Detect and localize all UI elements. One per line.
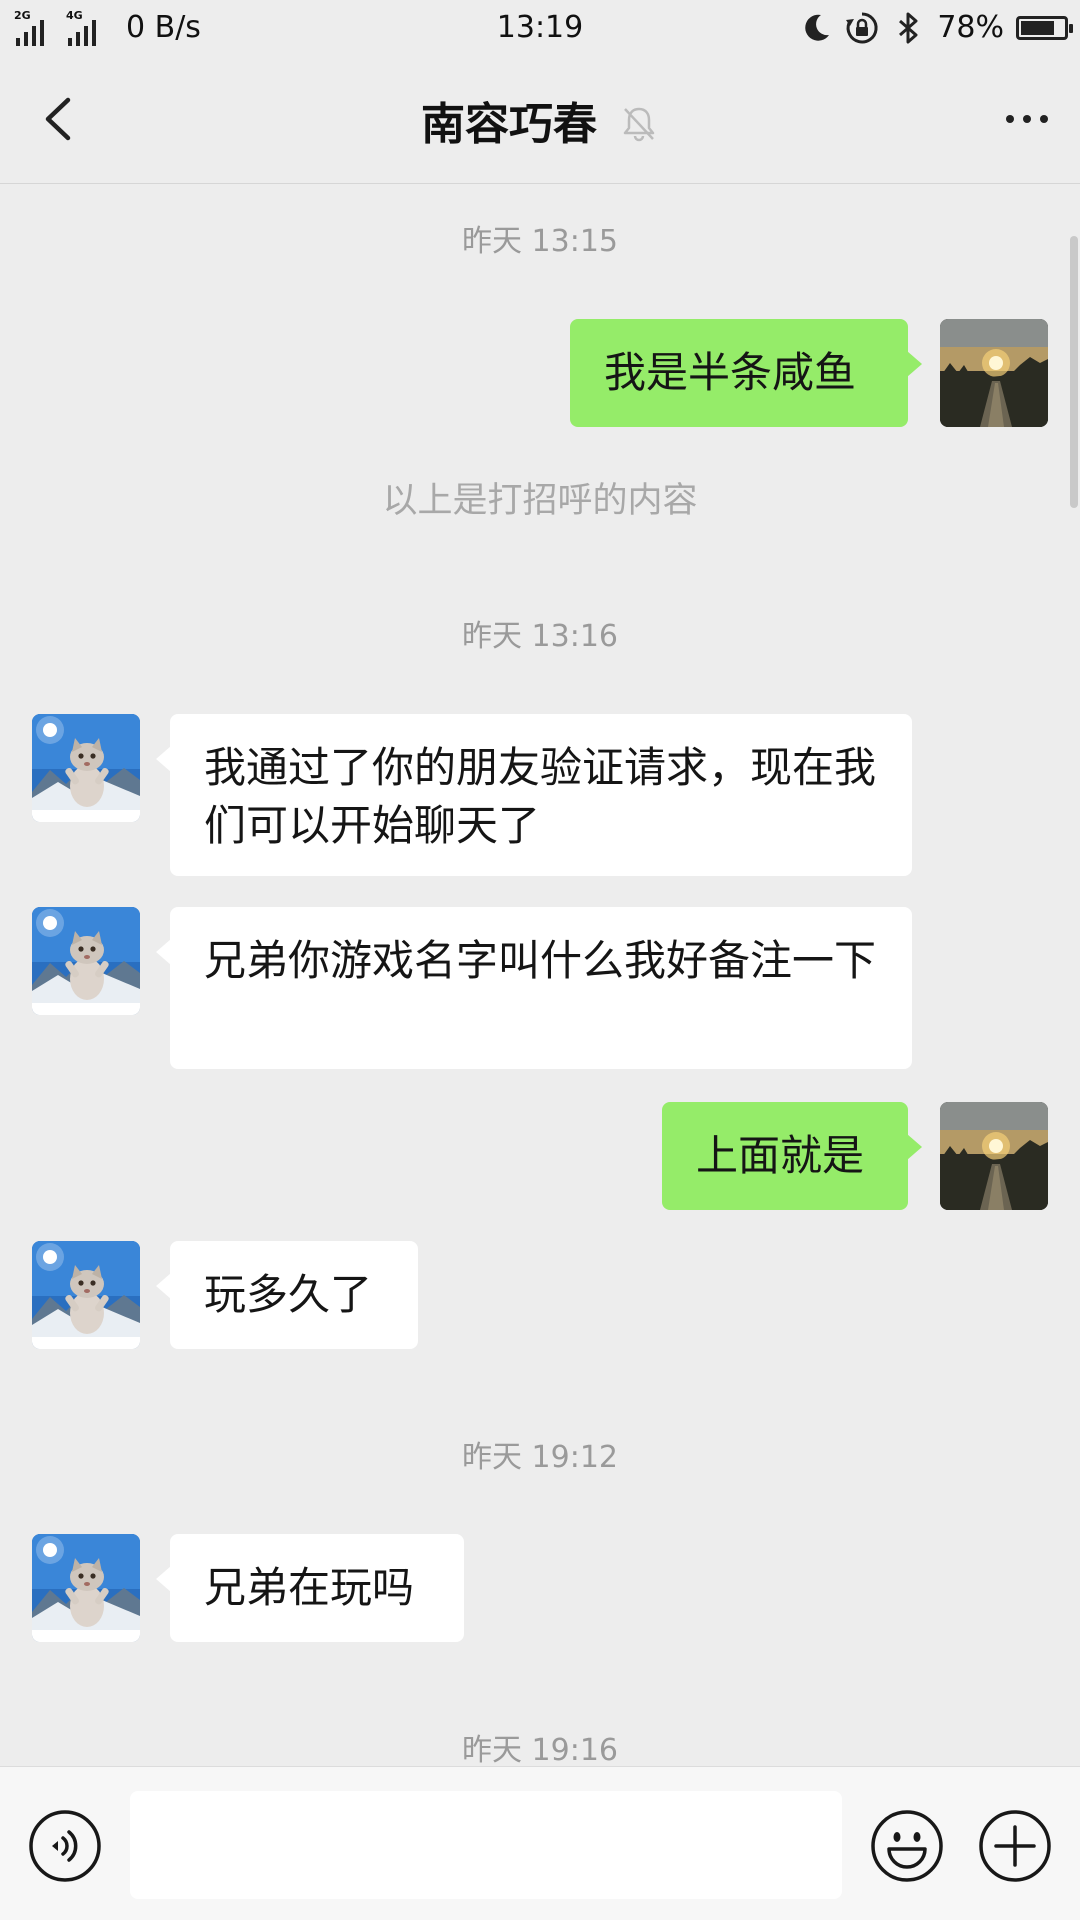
message-bubble-received[interactable]: 兄弟在玩吗 [156,1534,464,1642]
message-list[interactable]: 昨天 13:15 我是半条咸鱼 以上是打招呼的内容 昨天 13:16 我通过了你… [0,184,1080,1766]
contact-avatar[interactable] [32,1241,140,1349]
more-dots-icon[interactable] [992,84,1062,154]
input-bar [0,1766,1080,1920]
contact-avatar[interactable] [32,907,140,1015]
emoji-icon[interactable] [870,1809,944,1883]
message-bubble-received[interactable]: 玩多久了 [156,1241,418,1349]
chat-title[interactable]: 南容巧春 [421,88,597,152]
scrollbar[interactable] [1070,236,1078,508]
message-bubble-received[interactable]: 我通过了你的朋友验证请求，现在我们可以开始聊天了 [156,714,912,876]
message-input[interactable] [130,1791,842,1899]
contact-avatar[interactable] [32,1534,140,1642]
rotation-lock-icon [846,12,878,44]
timestamp: 昨天 19:12 [462,1440,618,1475]
battery-percent: 78% [937,10,1004,45]
bell-off-icon [623,107,655,142]
voice-icon[interactable] [28,1809,102,1883]
chat-header: 南容巧春 [0,56,1080,184]
my-avatar[interactable] [940,1102,1048,1210]
my-avatar[interactable] [940,319,1048,427]
message-bubble-sent[interactable]: 我是半条咸鱼 [570,319,922,427]
system-notice: 以上是打招呼的内容 [382,481,698,521]
chat-screen: 2G 4G 0 B/s 13:19 78% 南容巧春 昨天 13:15 我是半条… [0,0,1080,1920]
bluetooth-icon [899,12,918,44]
battery-icon [1016,16,1073,40]
status-bar: 2G 4G 0 B/s 13:19 78% [0,0,1080,56]
message-bubble-sent[interactable]: 上面就是 [662,1102,922,1210]
message-bubble-received[interactable]: 兄弟你游戏名字叫什么我好备注一下 [156,907,912,1069]
contact-avatar[interactable] [32,714,140,822]
moon-icon [805,14,830,41]
timestamp: 昨天 13:15 [462,224,618,259]
header-title-wrap: 南容巧春 [0,56,1080,184]
timestamp: 昨天 13:16 [462,619,618,654]
status-right: 78% [799,8,1073,48]
plus-icon[interactable] [978,1809,1052,1883]
timestamp: 昨天 19:16 [462,1733,618,1766]
